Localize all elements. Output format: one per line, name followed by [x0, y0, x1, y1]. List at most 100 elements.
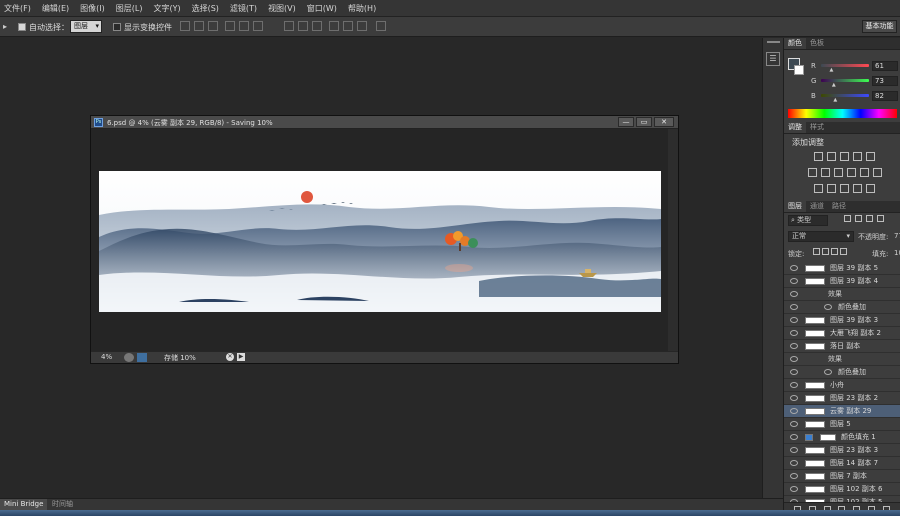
- layer-row[interactable]: 图层 14 副本 7: [784, 457, 900, 470]
- menu-item-7[interactable]: 视图(V): [268, 3, 296, 14]
- invert-icon[interactable]: [814, 184, 823, 193]
- b-slider-thumb[interactable]: ▲: [833, 97, 837, 103]
- cancel-save-icon[interactable]: ✕: [226, 353, 234, 361]
- color-balance-icon[interactable]: [821, 168, 830, 177]
- eye-icon[interactable]: [790, 408, 798, 414]
- eye-icon[interactable]: [790, 330, 798, 336]
- layer-row[interactable]: 效果: [784, 288, 900, 301]
- status-menu-arrow-icon[interactable]: ▶: [237, 353, 245, 361]
- menu-item-4[interactable]: 文字(Y): [153, 3, 180, 14]
- r-value[interactable]: 61: [872, 61, 898, 71]
- posterize-icon[interactable]: [827, 184, 836, 193]
- layer-row[interactable]: 落日 副本: [784, 340, 900, 353]
- layer-row[interactable]: 大雁飞翔 副本 2: [784, 327, 900, 340]
- menu-item-0[interactable]: 文件(F): [4, 3, 31, 14]
- align-distribute-icon-12[interactable]: [376, 21, 386, 31]
- close-button[interactable]: ✕: [654, 117, 674, 127]
- menu-item-6[interactable]: 滤镜(T): [230, 3, 257, 14]
- vertical-scrollbar[interactable]: [668, 129, 678, 351]
- auto-select-dropdown[interactable]: 图层 ▾: [70, 20, 102, 33]
- align-distribute-icon-9[interactable]: [329, 21, 339, 31]
- align-distribute-icon-5[interactable]: [253, 21, 263, 31]
- g-slider[interactable]: [821, 79, 869, 82]
- photo-filter-icon[interactable]: [847, 168, 856, 177]
- layer-row[interactable]: 颜色叠加: [784, 366, 900, 379]
- eye-icon[interactable]: [790, 486, 798, 492]
- align-distribute-icon-1[interactable]: [194, 21, 204, 31]
- exposure-icon[interactable]: [853, 152, 862, 161]
- layer-row[interactable]: 图层 39 副本 5: [784, 262, 900, 275]
- b-value[interactable]: 82: [872, 91, 898, 101]
- r-slider-thumb[interactable]: ▲: [830, 67, 834, 73]
- eye-icon[interactable]: [790, 304, 798, 310]
- workspace-button[interactable]: 基本功能: [862, 20, 897, 33]
- layer-row[interactable]: 图层 39 副本 4: [784, 275, 900, 288]
- history-icon[interactable]: ☰: [766, 52, 780, 66]
- tab-layers[interactable]: 图层: [784, 201, 806, 212]
- g-slider-thumb[interactable]: ▲: [832, 82, 836, 88]
- align-distribute-icon-3[interactable]: [225, 21, 235, 31]
- selective-color-icon[interactable]: [866, 184, 875, 193]
- tab-paths[interactable]: 路径: [828, 201, 850, 212]
- lock-paint-icon[interactable]: [822, 248, 829, 255]
- tab-channels[interactable]: 通道: [806, 201, 828, 212]
- layer-row[interactable]: 图层 39 副本 3: [784, 314, 900, 327]
- menu-item-2[interactable]: 图像(I): [80, 3, 105, 14]
- auto-select-checkbox[interactable]: [18, 23, 26, 31]
- align-distribute-icon-0[interactable]: [180, 21, 190, 31]
- eye-icon[interactable]: [790, 447, 798, 453]
- tab-styles[interactable]: 样式: [806, 122, 828, 133]
- eye-icon[interactable]: [790, 421, 798, 427]
- eye-icon[interactable]: [790, 473, 798, 479]
- eye-icon[interactable]: [790, 395, 798, 401]
- align-distribute-icon-11[interactable]: [357, 21, 367, 31]
- layer-row[interactable]: 小舟: [784, 379, 900, 392]
- layer-row[interactable]: 图层 23 副本 3: [784, 444, 900, 457]
- channel-mixer-icon[interactable]: [860, 168, 869, 177]
- lock-all-icon[interactable]: [840, 248, 847, 255]
- zoom-level[interactable]: 4%: [101, 353, 112, 361]
- dock-grip[interactable]: [767, 41, 780, 43]
- type-filter-icon[interactable]: [866, 215, 873, 222]
- menu-item-1[interactable]: 编辑(E): [42, 3, 69, 14]
- tab-adjustments[interactable]: 调整: [784, 122, 806, 133]
- menu-item-3[interactable]: 图层(L): [116, 3, 143, 14]
- fill-value[interactable]: 10: [894, 249, 900, 257]
- eye-icon[interactable]: [790, 317, 798, 323]
- r-slider[interactable]: [821, 64, 869, 67]
- color-spectrum-bar[interactable]: [788, 109, 897, 118]
- tab-mini-bridge[interactable]: Mini Bridge: [0, 499, 48, 510]
- gradient-map-icon[interactable]: [853, 184, 862, 193]
- effect-eye-icon[interactable]: [824, 369, 832, 375]
- align-distribute-icon-4[interactable]: [239, 21, 249, 31]
- effect-eye-icon[interactable]: [824, 304, 832, 310]
- landscape-canvas[interactable]: [99, 171, 661, 312]
- eye-icon[interactable]: [790, 369, 798, 375]
- background-color-swatch[interactable]: [794, 65, 804, 75]
- vibrance-icon[interactable]: [866, 152, 875, 161]
- align-distribute-icon-6[interactable]: [284, 21, 294, 31]
- hue-saturation-icon[interactable]: [808, 168, 817, 177]
- threshold-icon[interactable]: [840, 184, 849, 193]
- menu-item-5[interactable]: 选择(S): [192, 3, 219, 14]
- minimize-button[interactable]: —: [618, 117, 634, 127]
- tab-color[interactable]: 颜色: [784, 38, 806, 49]
- eye-icon[interactable]: [790, 382, 798, 388]
- canvas-area[interactable]: [91, 129, 668, 351]
- blend-mode-dropdown[interactable]: 正常 ▾: [788, 231, 854, 242]
- align-distribute-icon-7[interactable]: [298, 21, 308, 31]
- align-distribute-icon-8[interactable]: [312, 21, 322, 31]
- show-transform-checkbox[interactable]: [113, 23, 121, 31]
- eye-icon[interactable]: [790, 291, 798, 297]
- layer-filter-dropdown[interactable]: ⌕ 类型: [788, 215, 828, 226]
- eye-icon[interactable]: [790, 278, 798, 284]
- curves-icon[interactable]: [840, 152, 849, 161]
- maximize-button[interactable]: ▭: [636, 117, 652, 127]
- eye-icon[interactable]: [790, 434, 798, 440]
- tab-swatches[interactable]: 色板: [806, 38, 828, 49]
- black-white-icon[interactable]: [834, 168, 843, 177]
- eye-icon[interactable]: [790, 265, 798, 271]
- lock-move-icon[interactable]: [831, 248, 838, 255]
- layer-row[interactable]: 图层 7 副本: [784, 470, 900, 483]
- b-slider[interactable]: [821, 94, 869, 97]
